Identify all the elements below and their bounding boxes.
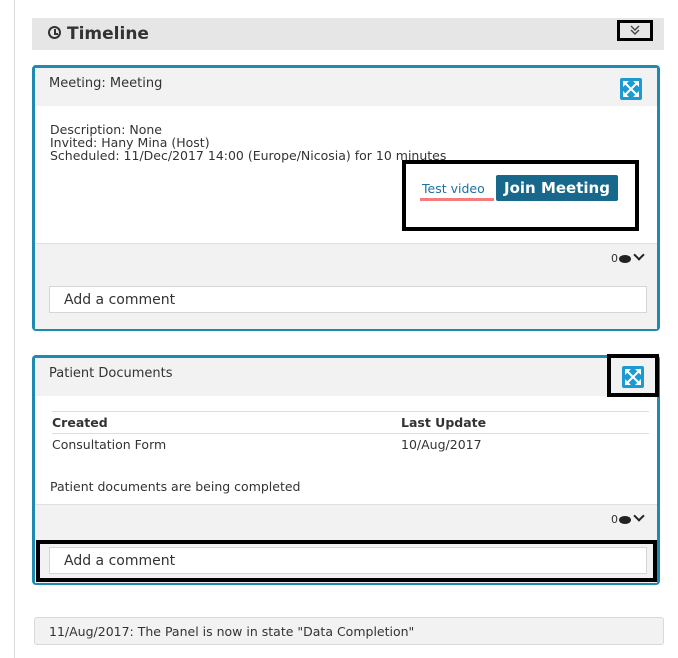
status-entry-text: 11/Aug/2017: The Panel is now in state "… (49, 624, 415, 639)
comment-count-value: 0 (611, 513, 618, 526)
comment-bubble-icon (619, 255, 631, 263)
timeline-status-entry: 11/Aug/2017: The Panel is now in state "… (34, 617, 664, 645)
column-created: Created (52, 411, 401, 434)
comment-count[interactable]: 0 (611, 249, 645, 265)
meeting-card-header: Meeting: Meeting (35, 68, 657, 106)
table-row[interactable]: Consultation Form 10/Aug/2017 (52, 434, 649, 456)
collapse-timeline-button[interactable] (617, 20, 653, 41)
clock-icon (48, 26, 61, 39)
comment-bubble-icon (619, 516, 631, 524)
meeting-card-footer: 0 (35, 243, 657, 329)
meeting-comment-input[interactable] (49, 286, 647, 313)
expand-icon (623, 81, 639, 97)
documents-table: Created Last Update Consultation Form 10… (52, 411, 649, 455)
documents-status-note: Patient documents are being completed (50, 479, 301, 494)
column-last-update: Last Update (401, 411, 649, 434)
comment-count-value: 0 (611, 252, 618, 265)
chevron-down-icon (633, 249, 645, 261)
timeline-title: Timeline (67, 24, 149, 44)
double-chevron-down-icon (629, 25, 641, 39)
timeline-header: Timeline (32, 18, 664, 50)
expand-meeting-button[interactable] (620, 78, 642, 100)
expand-documents-button[interactable] (622, 366, 644, 388)
documents-card-header: Patient Documents (35, 358, 657, 396)
comment-count[interactable]: 0 (611, 510, 645, 526)
highlight-comment-input (36, 540, 657, 582)
expand-icon (625, 369, 641, 385)
chevron-down-icon (633, 510, 645, 522)
document-last-update: 10/Aug/2017 (401, 437, 482, 452)
highlight-join-controls (402, 160, 639, 231)
documents-table-header: Created Last Update (52, 411, 649, 434)
document-name: Consultation Form (52, 437, 167, 452)
documents-card-title: Patient Documents (49, 366, 173, 381)
meeting-card-title: Meeting: Meeting (49, 76, 163, 91)
meeting-scheduled: Scheduled: 11/Dec/2017 14:00 (Europe/Nic… (50, 148, 447, 163)
